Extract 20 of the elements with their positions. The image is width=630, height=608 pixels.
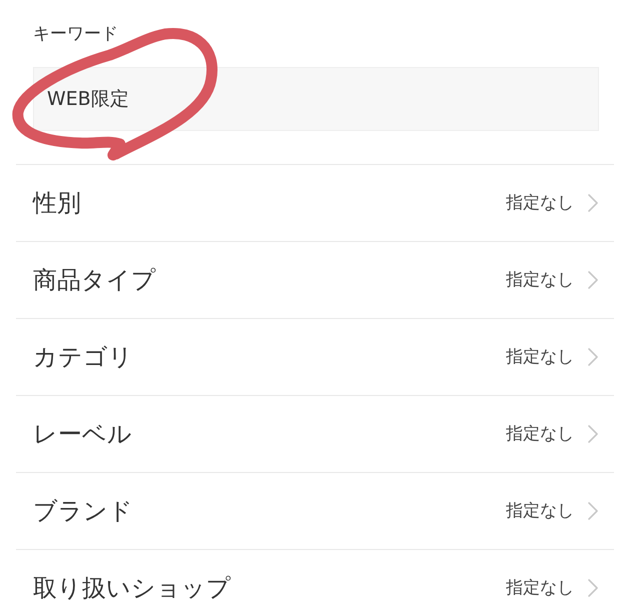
filter-value: 指定なし [506,500,574,523]
chevron-right-icon [588,502,598,520]
filter-label: 商品タイプ [33,265,156,296]
chevron-right-icon [588,271,598,289]
filter-label: 性別 [33,188,81,219]
filter-value: 指定なし [506,346,574,369]
chevron-right-icon [588,579,598,597]
filter-label: レーベル [33,419,132,450]
chevron-right-icon [588,348,598,366]
chevron-right-icon [588,425,598,443]
filter-label: カテゴリ [33,342,133,373]
filter-label: 取り扱いショップ [33,573,231,604]
chevron-right-icon [588,194,598,212]
filter-value: 指定なし [506,577,574,600]
keyword-label: キーワード [33,24,118,44]
filter-value: 指定なし [506,269,574,292]
keyword-input[interactable]: WEB限定 [33,67,599,131]
filter-label: ブランド [33,496,133,527]
filter-value: 指定なし [506,192,574,215]
filter-value: 指定なし [506,423,574,446]
